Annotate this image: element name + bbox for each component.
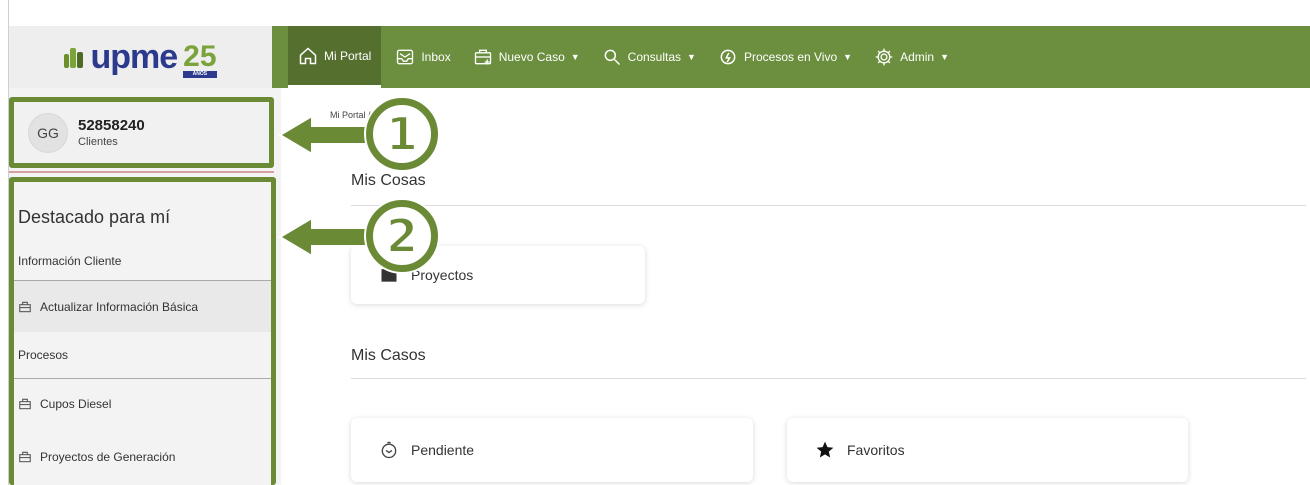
chevron-down-icon: ▼ (687, 52, 696, 62)
user-role: Clientes (78, 136, 118, 148)
user-card[interactable]: GG 52858240 Clientes (9, 97, 274, 168)
nav-inbox[interactable]: Inbox (395, 26, 451, 88)
logo-number: 25 AÑOS (183, 40, 217, 78)
upme-logo: upme 25 AÑOS (64, 37, 217, 78)
nav-mi-portal[interactable]: Mi Portal (288, 26, 382, 88)
section-title-mis-casos: Mis Casos (351, 347, 426, 364)
clock-icon (381, 441, 397, 459)
star-icon (816, 441, 834, 458)
case-icon (19, 451, 31, 463)
sidebar-item-label: Procesos (18, 348, 69, 362)
nav-admin[interactable]: Admin ▼ (874, 26, 949, 88)
case-icon (19, 398, 31, 409)
avatar: GG (28, 112, 68, 153)
search-icon (604, 49, 620, 66)
pendiente-card[interactable]: Pendiente (351, 418, 753, 482)
sidebar-item-label: Información Cliente (18, 254, 122, 268)
nav-consultas-label: Consultas (627, 50, 682, 64)
live-process-icon (720, 49, 736, 65)
logo-mark-icon (64, 46, 84, 68)
chevron-down-icon: ▼ (570, 52, 580, 62)
nav-procesos-label: Procesos en Vivo (743, 50, 838, 64)
nav-nuevo-caso-label: Nuevo Caso (498, 50, 565, 64)
proyectos-card-label: Proyectos (411, 267, 474, 283)
menu-heading: Destacado para mí (18, 207, 171, 227)
top-navbar: Mi Portal Inbox Nuevo Caso ▼ Consultas ▼… (272, 26, 1310, 88)
case-icon (19, 301, 31, 312)
logo-text: upme (90, 37, 178, 76)
sidebar-item-procesos[interactable]: Procesos (14, 332, 271, 378)
home-icon (299, 46, 317, 64)
chevron-down-icon: ▼ (940, 52, 949, 62)
nav-nuevo-caso[interactable]: Nuevo Caso ▼ (473, 26, 580, 88)
logo-area[interactable]: upme 25 AÑOS (9, 26, 272, 88)
sidebar-item-informacion-cliente[interactable]: Información Cliente (14, 242, 271, 280)
sidebar-item-label: Proyectos de Generación (40, 450, 176, 464)
pendiente-card-label: Pendiente (411, 442, 475, 458)
user-info: 52858240 Clientes (78, 117, 145, 148)
nav-mi-portal-label: Mi Portal (324, 48, 372, 63)
sidebar-item-cupos-diesel[interactable]: Cupos Diesel (14, 378, 271, 428)
sidebar-divider (9, 171, 274, 173)
callout-number-1: 1 (366, 98, 438, 170)
section-divider (351, 205, 1306, 206)
callout-number-2: 2 (366, 200, 438, 272)
gear-icon (875, 48, 893, 66)
inbox-icon (397, 49, 414, 65)
favoritos-card[interactable]: Favoritos (787, 418, 1188, 482)
nav-procesos-en-vivo[interactable]: Procesos en Vivo ▼ (718, 26, 852, 88)
new-case-icon (474, 49, 491, 65)
logo-sub: AÑOS (183, 71, 217, 78)
nav-consultas[interactable]: Consultas ▼ (602, 26, 696, 88)
user-id: 52858240 (78, 117, 145, 134)
chevron-down-icon: ▼ (843, 52, 853, 62)
nav-inbox-label: Inbox (421, 50, 451, 64)
section-title-mis-cosas: Mis Cosas (351, 172, 426, 189)
sidebar-item-actualizar-informacion[interactable]: Actualizar Información Básica (14, 280, 271, 332)
favoritos-card-label: Favoritos (847, 442, 905, 458)
sidebar-menu: Destacado para mí Información Cliente Ac… (9, 177, 276, 485)
sidebar-item-label: Actualizar Información Básica (40, 299, 199, 314)
nav-admin-label: Admin (900, 50, 935, 64)
section-divider (351, 378, 1306, 379)
sidebar-item-proyectos-generacion[interactable]: Proyectos de Generación (14, 432, 271, 482)
sidebar-item-label: Cupos Diesel (40, 396, 112, 411)
